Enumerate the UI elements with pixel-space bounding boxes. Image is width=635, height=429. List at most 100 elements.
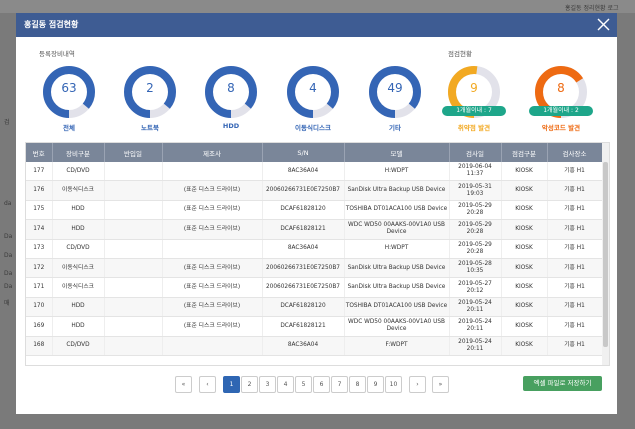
page-button-5[interactable]: 5: [295, 376, 312, 393]
close-icon[interactable]: [596, 17, 611, 32]
page-button-9[interactable]: 9: [367, 376, 384, 393]
page-button-1[interactable]: 1: [223, 376, 240, 393]
donut-chart: 9 1개월이내 : 7 취약점 발견: [442, 64, 506, 132]
table-cell: HDD: [52, 219, 105, 240]
table-row[interactable]: 170 HDD (표준 디스크 드라이브) DCAF61828120 TOSHIBA D…: [26, 297, 603, 318]
donut-caption[interactable]: HDD: [193, 122, 269, 130]
table-cell: KIOSK: [501, 239, 548, 259]
page-button-10[interactable]: 10: [385, 376, 402, 393]
page-button-2[interactable]: 2: [241, 376, 258, 393]
within-month-badge: 1개월이내 : 7: [442, 106, 506, 116]
table-cell: [104, 316, 163, 337]
donut-chart: 2 노트북: [122, 64, 178, 132]
donut-value: 49: [387, 81, 403, 95]
table-cell: KIOSK: [501, 162, 548, 182]
donut-caption[interactable]: 악성코드 발견: [523, 122, 599, 132]
table-cell: 8AC36A04: [262, 239, 345, 259]
table-cell: [104, 180, 163, 201]
page-button-4[interactable]: 4: [277, 376, 294, 393]
table-cell: 174: [26, 219, 53, 240]
modal-title: 홍길동 점검현황: [24, 20, 79, 29]
page-button-3[interactable]: 3: [259, 376, 276, 393]
donut-caption[interactable]: 노트북: [112, 122, 188, 132]
page-button-6[interactable]: 6: [313, 376, 330, 393]
table-cell: 기흥 H1: [547, 336, 603, 356]
next-page-button[interactable]: ›: [409, 376, 426, 393]
table-cell: 173: [26, 239, 53, 259]
table-row[interactable]: 173 CD/DVD 8AC36A04 H:WDPT 2019-05-29 20:28 K…: [26, 239, 603, 259]
table-row[interactable]: 168 CD/DVD 8AC36A04 F:WDPT 2019-05-24 20:11 K…: [26, 336, 603, 356]
table-cell: F:WDPT: [344, 336, 450, 356]
column-header[interactable]: 검사일: [449, 143, 502, 162]
donut-caption[interactable]: 전체: [31, 122, 107, 132]
table-cell: 2019-05-31 19:03: [449, 180, 502, 201]
donut-value: 2: [146, 81, 154, 95]
column-header[interactable]: 장비구분: [52, 143, 105, 162]
table-cell: HDD: [52, 297, 105, 318]
table-cell: HDD: [52, 316, 105, 337]
column-header[interactable]: 검사장소: [547, 143, 603, 162]
table-cell: 20060266731E0E7250B7: [262, 180, 345, 201]
background-fragment: da: [4, 200, 12, 207]
background-fragment: Da: [4, 252, 13, 259]
table-cell: (표준 디스크 드라이브): [162, 258, 263, 279]
inspection-status-modal: 홍길동 점검현황 등록장비내역 점검현황 63 전체 2 노트북 8 HDD 4 이동식디스크…: [16, 13, 617, 414]
table-cell: CD/DVD: [52, 239, 105, 259]
column-header[interactable]: 반입일: [104, 143, 163, 162]
table-cell: 2019-05-29 20:28: [449, 239, 502, 259]
table-row[interactable]: 169 HDD (표준 디스크 드라이브) DCAF61828121 WDC WD50 …: [26, 316, 603, 337]
table-cell: 169: [26, 316, 53, 337]
table-cell: DCAF61828120: [262, 200, 345, 221]
table-cell: (표준 디스크 드라이브): [162, 316, 263, 337]
table-cell: (표준 디스크 드라이브): [162, 180, 263, 201]
donut-caption[interactable]: 기타: [357, 122, 433, 132]
prev-page-button[interactable]: ‹: [199, 376, 216, 393]
table-cell: 170: [26, 297, 53, 318]
donut-value: 9: [470, 81, 478, 95]
table-row[interactable]: 177 CD/DVD 8AC36A04 H:WDPT 2019-06-04 11:37 K…: [26, 162, 603, 182]
background-fragment: Da: [4, 283, 13, 290]
page-button-7[interactable]: 7: [331, 376, 348, 393]
column-header[interactable]: 점검구분: [501, 143, 548, 162]
table-cell: [162, 239, 263, 259]
table-cell: WDC WD50 00AAKS-00V1A0 USB Device: [344, 219, 450, 240]
table-row[interactable]: 171 이동식디스크 (표준 디스크 드라이브) 20060266731E0E7250…: [26, 277, 603, 298]
table-cell: (표준 디스크 드라이브): [162, 219, 263, 240]
table-cell: 8AC36A04: [262, 336, 345, 356]
column-header[interactable]: 제조사: [162, 143, 263, 162]
table-cell: [104, 239, 163, 259]
table-row[interactable]: 172 이동식디스크 (표준 디스크 드라이브) 20060266731E0E7250…: [26, 258, 603, 279]
donut-caption[interactable]: 이동식디스크: [275, 122, 351, 132]
table-cell: 기흥 H1: [547, 200, 603, 221]
table-cell: 기흥 H1: [547, 180, 603, 201]
last-page-button[interactable]: »: [432, 376, 449, 393]
background-fragment: Da: [4, 270, 13, 277]
background-bottom-panel: [16, 414, 617, 429]
table-header-row: 번호 장비구분 반입일 제조사 S/N 모델 검사일 점검구분 검사장소: [26, 143, 603, 162]
table-cell: 20060266731E0E7250B7: [262, 258, 345, 279]
table-cell: [104, 162, 163, 182]
table-cell: 이동식디스크: [52, 258, 105, 279]
donut-value: 63: [61, 81, 77, 95]
table-row[interactable]: 176 이동식디스크 (표준 디스크 드라이브) 20060266731E0E7250…: [26, 180, 603, 201]
column-header[interactable]: 모델: [344, 143, 450, 162]
table-cell: TOSHIBA DT01ACA100 USB Device: [344, 297, 450, 318]
inspection-status-label: 점검현황: [448, 50, 472, 58]
donut-caption[interactable]: 취약점 발견: [436, 122, 512, 132]
page-button-8[interactable]: 8: [349, 376, 366, 393]
column-header[interactable]: S/N: [262, 143, 345, 162]
table-row[interactable]: 174 HDD (표준 디스크 드라이브) DCAF61828121 WDC WD50 …: [26, 219, 603, 240]
table-scrollbar[interactable]: [602, 143, 609, 365]
table-cell: KIOSK: [501, 219, 548, 240]
table-cell: WDC WD50 00AAKS-00V1A0 USB Device: [344, 316, 450, 337]
inspection-table: 번호 장비구분 반입일 제조사 S/N 모델 검사일 점검구분 검사장소 177 CD/DVD 8A…: [25, 142, 610, 366]
table-cell: KIOSK: [501, 297, 548, 318]
scrollbar-thumb[interactable]: [603, 162, 608, 347]
first-page-button[interactable]: «: [175, 376, 192, 393]
table-row[interactable]: 175 HDD (표준 디스크 드라이브) DCAF61828120 TOSHIBA D…: [26, 200, 603, 221]
excel-export-button[interactable]: 엑셀 파일로 저장하기: [523, 376, 602, 391]
background-left-panel: 검 da Da Da Da Da 매: [0, 13, 16, 429]
donut-value: 4: [309, 81, 317, 95]
column-header[interactable]: 번호: [26, 143, 53, 162]
table-cell: [162, 162, 263, 182]
